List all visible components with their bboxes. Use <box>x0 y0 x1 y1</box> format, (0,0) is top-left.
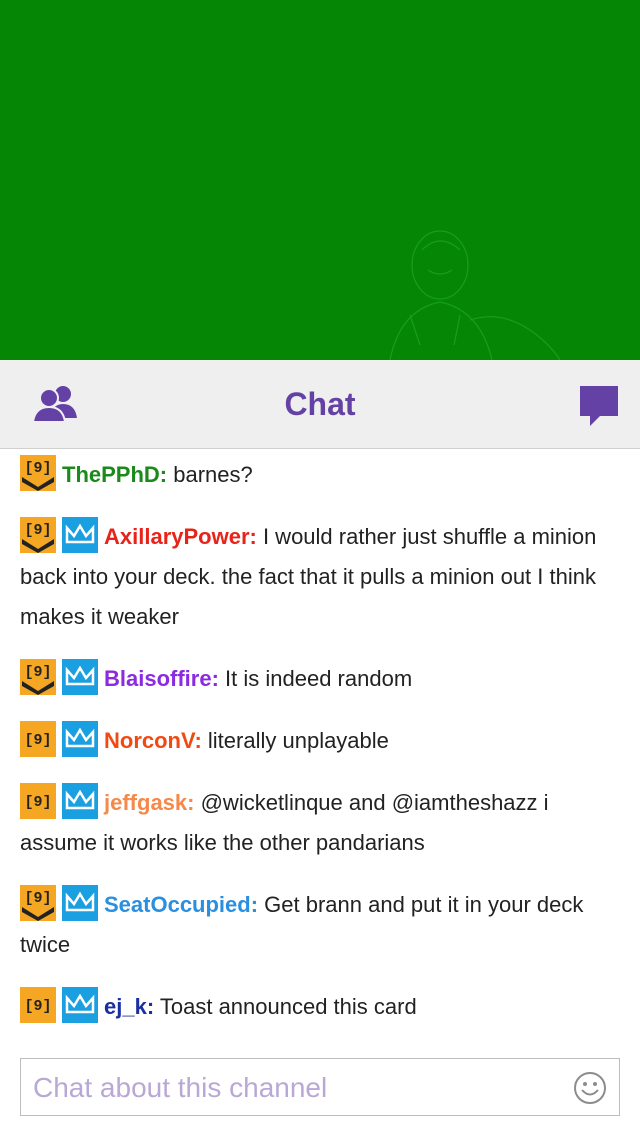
subscriber-badge-icon: [9] <box>20 659 56 695</box>
svg-text:[9]: [9] <box>24 794 51 811</box>
crown-badge-icon <box>62 987 98 1023</box>
subscriber-badge-icon: [9] <box>20 783 56 819</box>
chat-bubble-icon <box>580 386 618 426</box>
chat-message-text: barnes? <box>167 462 253 487</box>
chat-message-list[interactable]: [9] ThePPhD: barnes? [9] AxillaryPower: … <box>0 449 640 1049</box>
crown-badge-icon <box>62 783 98 819</box>
chat-message: [9] Blaisoffire: It is indeed random <box>20 659 620 699</box>
video-player[interactable] <box>0 0 640 360</box>
chat-username[interactable]: SeatOccupied: <box>104 892 258 917</box>
chat-message-text: Toast announced this card <box>154 994 417 1019</box>
svg-text:[9]: [9] <box>24 890 51 907</box>
chat-bubble-button[interactable] <box>578 384 620 428</box>
chat-message: [9] jeffgask: @wicketlinque and @iamthes… <box>20 783 620 863</box>
crown-badge-icon <box>62 721 98 757</box>
streamer-silhouette <box>389 230 561 360</box>
chat-message-text: literally unplayable <box>201 728 389 753</box>
subscriber-badge-icon: [9] <box>20 987 56 1023</box>
subscriber-badge-icon: [9] <box>20 721 56 757</box>
chat-username[interactable]: Blaisoffire: <box>104 666 219 691</box>
chat-message-text: @wicketlinque and @iamtheshazz i assume … <box>20 790 549 855</box>
chat-header: Chat <box>0 360 640 449</box>
chat-username[interactable]: jeffgask: <box>104 790 194 815</box>
subscriber-badge-icon: [9] <box>20 885 56 921</box>
svg-text:[9]: [9] <box>24 664 51 681</box>
subscriber-badge-icon: [9] <box>20 455 56 491</box>
chat-input-container <box>20 1058 620 1116</box>
emoji-button[interactable] <box>573 1071 607 1105</box>
chat-message-text: It is indeed random <box>218 666 413 691</box>
svg-text:[9]: [9] <box>24 522 51 539</box>
smiley-icon <box>574 1072 606 1104</box>
chat-username[interactable]: AxillaryPower: <box>104 524 257 549</box>
crown-badge-icon <box>62 517 98 553</box>
crown-badge-icon <box>62 885 98 921</box>
chat-input[interactable] <box>31 1065 565 1111</box>
chat-message: [9] AxillaryPower: I would rather just s… <box>20 517 620 637</box>
chat-username[interactable]: NorconV: <box>104 728 202 753</box>
subscriber-badge-icon: [9] <box>20 517 56 553</box>
crown-badge-icon <box>62 659 98 695</box>
chat-message: [9] ej_k: Toast announced this card <box>20 987 620 1027</box>
chat-message: [9] SeatOccupied: Get brann and put it i… <box>20 885 620 965</box>
chat-username[interactable]: ej_k: <box>104 994 154 1019</box>
chat-message: [9] ThePPhD: barnes? <box>20 455 620 495</box>
page-title: Chat <box>284 386 356 422</box>
chat-username[interactable]: ThePPhD: <box>62 462 167 487</box>
svg-text:[9]: [9] <box>24 998 51 1015</box>
svg-text:[9]: [9] <box>24 460 51 477</box>
chat-message: [9] NorconV: literally unplayable <box>20 721 620 761</box>
svg-text:[9]: [9] <box>24 732 51 749</box>
